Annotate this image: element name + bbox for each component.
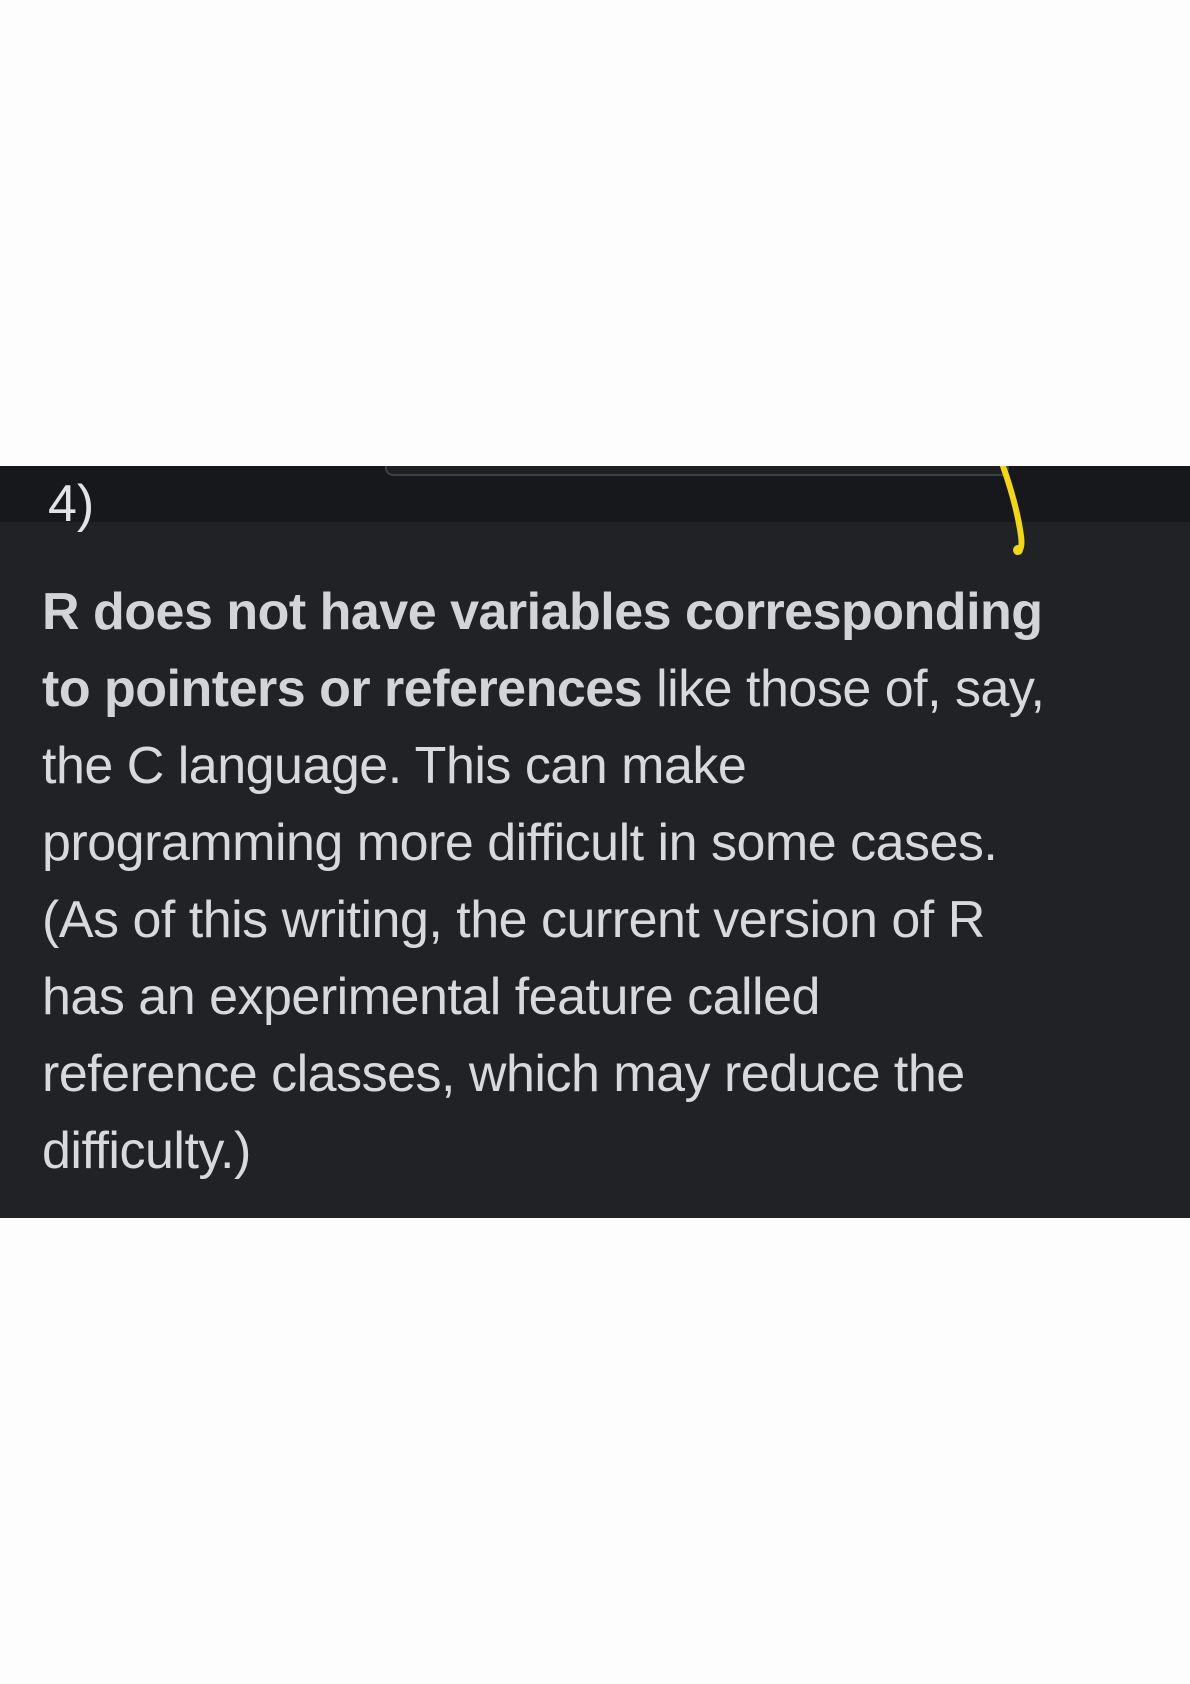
text-line-5: (As of this writing, the current version… — [42, 891, 985, 949]
text-line-3: the C language. This can make — [42, 737, 747, 795]
text-line-1: R does not have variables corresponding — [42, 583, 1043, 641]
body-text: R does not have variables corresponding … — [42, 574, 1162, 1190]
text-line-6: has an experimental feature called — [42, 968, 820, 1026]
item-number: 4) — [48, 475, 95, 533]
text-line-8: difficulty.) — [42, 1122, 251, 1180]
text-line-4: programming more difficult in some cases… — [42, 814, 998, 872]
text-line-2: to pointers or references like those of,… — [42, 651, 1162, 728]
panel-tab-edge — [385, 466, 1009, 476]
text-line-7: reference classes, which may reduce the — [42, 1045, 965, 1103]
text-line-2-bold: to pointers or references — [42, 660, 643, 718]
text-line-2-rest: like those of, say, — [642, 660, 1045, 718]
yellow-pen-mark — [1000, 466, 1025, 555]
page: 4) R does not have variables correspondi… — [0, 0, 1190, 1684]
dark-text-panel: 4) R does not have variables correspondi… — [0, 466, 1190, 1218]
